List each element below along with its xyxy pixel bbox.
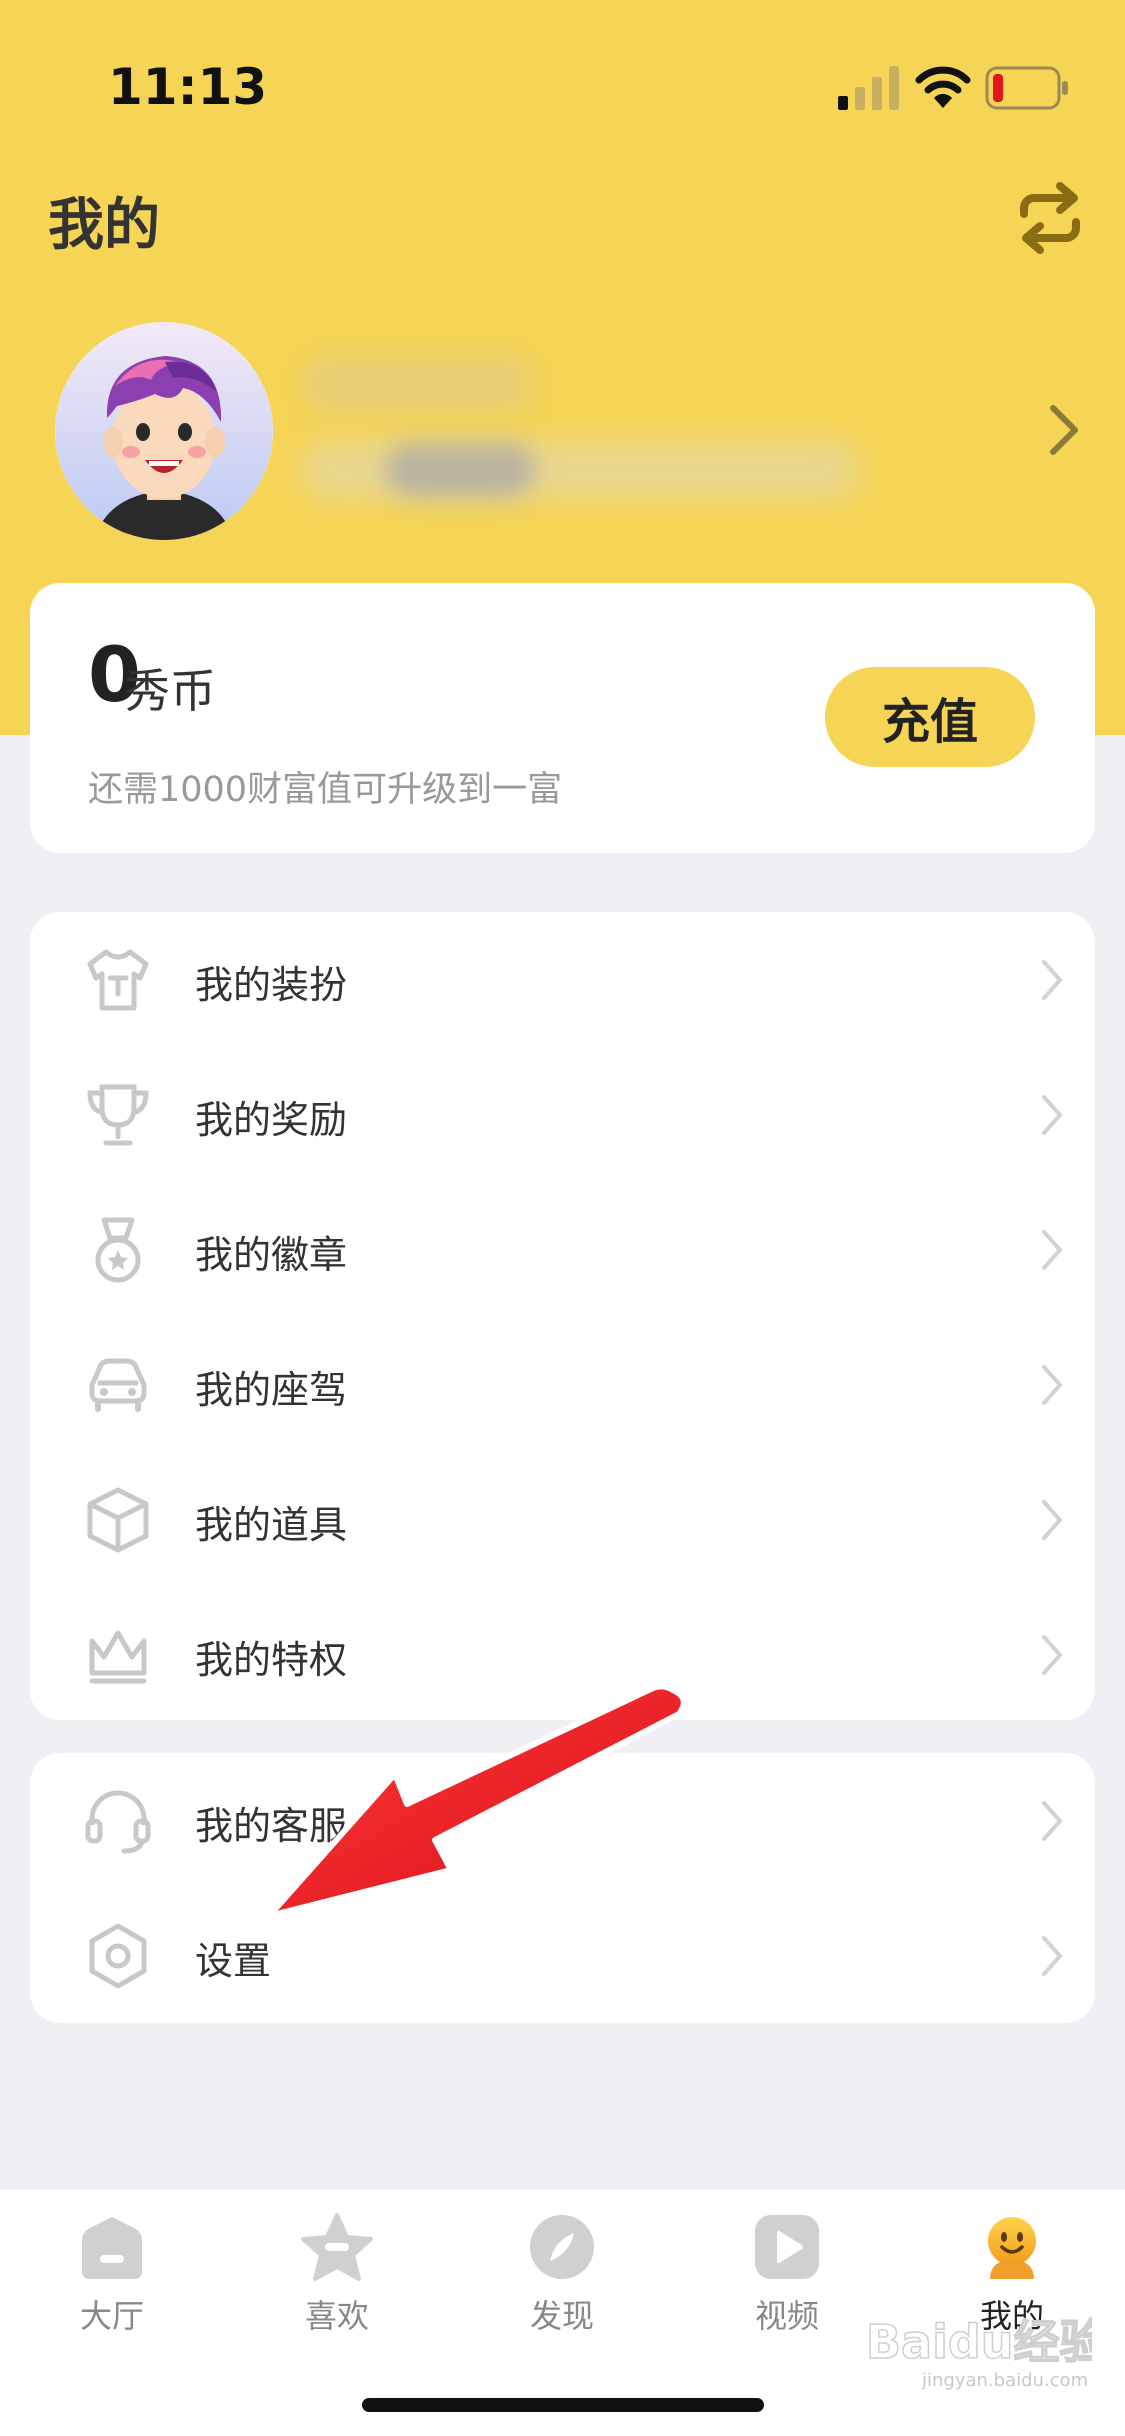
star-icon [301, 2213, 373, 2281]
menu-item-props[interactable]: 我的道具 [30, 1452, 1095, 1587]
tab-label: 视频 [754, 2297, 819, 2335]
box-icon [87, 1487, 149, 1553]
status-bar: 11:13 [0, 0, 1125, 150]
coin-unit: 秀币 [124, 664, 216, 718]
menu-item-outfit[interactable]: 我的装扮 [30, 912, 1095, 1047]
menu-label: 我的徽章 [195, 1233, 348, 1277]
mascot-icon [988, 2217, 1036, 2279]
chevron-right-icon [1042, 1230, 1063, 1270]
avatar[interactable] [55, 322, 273, 540]
chevron-right-icon [1042, 1936, 1063, 1976]
user-badge-redacted [385, 444, 535, 496]
page-title: 我的 [48, 193, 160, 258]
menu-label: 我的座驾 [195, 1368, 348, 1412]
watermark-url: jingyan.baidu.com [921, 2370, 1088, 2391]
battery-low-icon [985, 66, 1068, 110]
status-time: 11:13 [108, 58, 268, 116]
trophy-icon [87, 1084, 149, 1146]
chevron-right-icon [1042, 1500, 1063, 1540]
lobby-icon [82, 2217, 142, 2279]
chevron-right-icon [1042, 1635, 1063, 1675]
headset-icon [85, 1790, 151, 1854]
wealth-level-hint: 还需1000财富值可升级到一富 [88, 770, 563, 810]
user-id-redacted [300, 440, 860, 500]
watermark-brand: Baidu经验 [866, 2315, 1092, 2369]
chevron-right-icon [1042, 1801, 1063, 1841]
medal-icon [95, 1217, 141, 1283]
home-indicator [362, 2398, 764, 2412]
tab-label: 发现 [529, 2297, 594, 2335]
baidu-watermark: Baidu经验 jingyan.baidu.com [865, 2314, 1092, 2391]
chevron-right-icon [1050, 405, 1078, 455]
chevron-right-icon [1042, 960, 1063, 1000]
menu-item-rewards[interactable]: 我的奖励 [30, 1047, 1095, 1182]
cartoon-avatar-icon [55, 322, 273, 540]
crown-icon [89, 1630, 147, 1684]
menu-item-vehicle[interactable]: 我的座驾 [30, 1317, 1095, 1452]
tab-label: 喜欢 [304, 2297, 369, 2335]
switch-account-icon[interactable] [1010, 178, 1090, 258]
recharge-button[interactable]: 充值 [825, 667, 1035, 767]
username-redacted [300, 354, 535, 414]
annotation-arrow-icon [266, 1683, 687, 1919]
wifi-icon [915, 66, 971, 108]
main-menu-card: 我的装扮 我的奖励 我的徽章 我的座驾 我的道具 我的特权 [30, 912, 1095, 1720]
cellular-signal-icon [838, 66, 899, 110]
hexagon-settings-icon [89, 1923, 147, 1989]
chevron-right-icon [1042, 1095, 1063, 1135]
tab-lobby[interactable]: 大厅 [47, 2211, 177, 2361]
chevron-right-icon [1042, 1365, 1063, 1405]
play-icon [755, 2215, 819, 2279]
tshirt-icon [87, 949, 149, 1011]
tab-discover[interactable]: 发现 [497, 2211, 627, 2361]
menu-label: 我的奖励 [195, 1098, 348, 1142]
profile-row[interactable] [55, 322, 1085, 547]
menu-label: 我的装扮 [195, 963, 348, 1007]
compass-icon [530, 2215, 594, 2279]
tab-label: 大厅 [79, 2297, 144, 2335]
menu-label: 设置 [195, 1939, 272, 1983]
menu-label: 我的道具 [195, 1503, 348, 1547]
tab-video[interactable]: 视频 [722, 2211, 852, 2361]
wallet-card: 0 秀币 还需1000财富值可升级到一富 充值 [30, 583, 1095, 853]
menu-item-badges[interactable]: 我的徽章 [30, 1182, 1095, 1317]
car-icon [89, 1358, 147, 1412]
tab-favorites[interactable]: 喜欢 [272, 2211, 402, 2361]
